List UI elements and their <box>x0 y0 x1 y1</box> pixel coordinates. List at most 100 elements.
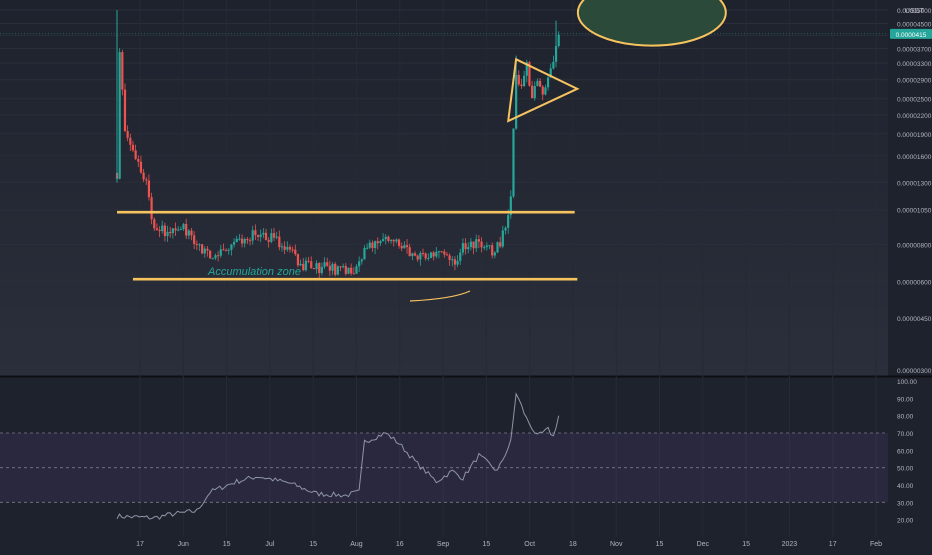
time-tick-label: Aug <box>350 541 363 548</box>
candle-body <box>453 259 457 265</box>
last-price-tag-label: 0.0000415 <box>896 32 927 39</box>
candle-body <box>392 240 395 242</box>
candle-body <box>254 230 257 236</box>
time-tick-label: 2023 <box>782 541 798 548</box>
rsi-tick-label: 70.00 <box>897 431 914 438</box>
candle-body <box>193 235 196 244</box>
candle-body <box>475 239 478 249</box>
candle-body <box>520 84 523 87</box>
candle-body <box>232 242 236 245</box>
candle-body <box>288 247 292 250</box>
candle-body <box>485 245 488 248</box>
candle-body <box>536 80 539 86</box>
time-tick-label: 15 <box>656 541 664 548</box>
candle-body <box>238 238 241 240</box>
candle-body <box>336 266 339 275</box>
candle-body <box>185 223 188 236</box>
candle-body <box>137 158 140 162</box>
candle-body <box>496 242 499 253</box>
price-tick-label: 0.00003700 <box>897 47 932 54</box>
candle-body <box>179 229 182 231</box>
candle-body <box>512 128 515 197</box>
candle-body <box>283 246 286 250</box>
candle-body <box>177 229 180 231</box>
candle-body <box>227 249 230 251</box>
candle-body <box>195 243 198 245</box>
candle-body <box>129 137 132 145</box>
candle-body <box>360 259 363 262</box>
candle-body <box>400 245 403 249</box>
price-tick-label: 0.00000600 <box>897 279 932 286</box>
candle-body <box>405 245 409 248</box>
candle-body <box>259 234 262 237</box>
time-tick-label: Sep <box>437 541 450 548</box>
rsi-tick-label: 80.00 <box>897 414 914 421</box>
price-tick-label: 0.00002200 <box>897 113 932 120</box>
candle-body <box>142 172 145 180</box>
candle-body <box>304 260 308 271</box>
candle-body <box>169 231 172 234</box>
candle-body <box>166 231 169 237</box>
candle-body <box>461 243 465 253</box>
candle-body <box>507 215 510 228</box>
candle-body <box>307 260 310 262</box>
candle-body <box>352 273 355 275</box>
candle-body <box>310 261 313 269</box>
candle-body <box>294 249 297 255</box>
candle-body <box>368 242 371 248</box>
rsi-tick-label: 60.00 <box>897 448 914 455</box>
price-tick-label: 0.00001050 <box>897 208 932 215</box>
candle-body <box>491 245 494 256</box>
candle-body <box>123 89 127 132</box>
candle-body <box>557 34 560 47</box>
candle-body <box>371 242 374 248</box>
chart-canvas[interactable]: Accumulation zone 0.000050000.000045000.… <box>0 0 932 550</box>
candle-body <box>435 251 438 257</box>
tradingview-chart[interactable]: Accumulation zone 0.00005000 0.00004500 0.… <box>0 0 932 550</box>
rsi-tick-label: 50.00 <box>897 466 914 473</box>
candle-body <box>546 77 550 88</box>
accumulation-zone-label[interactable]: Accumulation zone <box>207 266 301 278</box>
time-tick-label: Jul <box>265 541 274 548</box>
candle-body <box>315 263 318 270</box>
candle-body <box>248 240 252 242</box>
candle-body <box>416 255 419 260</box>
candle-body <box>320 266 323 273</box>
candle-body <box>182 223 185 230</box>
time-tick-label: 17 <box>136 541 144 548</box>
candle-body <box>531 85 534 99</box>
candle-body <box>302 263 305 271</box>
candle-body <box>334 263 337 275</box>
candle-body <box>517 74 520 85</box>
candle-body <box>131 144 135 151</box>
candle-body <box>243 239 246 244</box>
candle-body <box>504 227 507 231</box>
candle-body <box>467 247 470 250</box>
candle-body <box>323 262 326 267</box>
candle-body <box>538 80 542 87</box>
time-tick-label: 16 <box>396 541 404 548</box>
candle-body <box>121 52 124 90</box>
price-tick-label: 0.00002500 <box>897 97 932 104</box>
time-tick-label: 18 <box>569 541 577 548</box>
candle-body <box>395 239 398 242</box>
candle-body <box>331 263 334 271</box>
candle-body <box>459 252 462 261</box>
candle-body <box>203 248 206 254</box>
candle-body <box>328 265 331 271</box>
candle-body <box>118 52 121 179</box>
time-tick-label: 15 <box>482 541 490 548</box>
candle-body <box>493 252 496 256</box>
price-tick-label: 0.00001900 <box>897 132 932 139</box>
candle-body <box>440 251 443 253</box>
rsi-tick-label: 20.00 <box>897 518 914 525</box>
price-tick-label: 0.00004500 <box>897 21 932 28</box>
candle-body <box>477 239 480 242</box>
time-tick-label: Feb <box>870 541 882 548</box>
candle-body <box>147 180 151 198</box>
rsi-tick-label: 90.00 <box>897 396 914 403</box>
candle-body <box>363 247 366 260</box>
candle-body <box>483 247 486 249</box>
candle-body <box>501 230 504 247</box>
price-tick-label: 0.00003300 <box>897 61 932 68</box>
